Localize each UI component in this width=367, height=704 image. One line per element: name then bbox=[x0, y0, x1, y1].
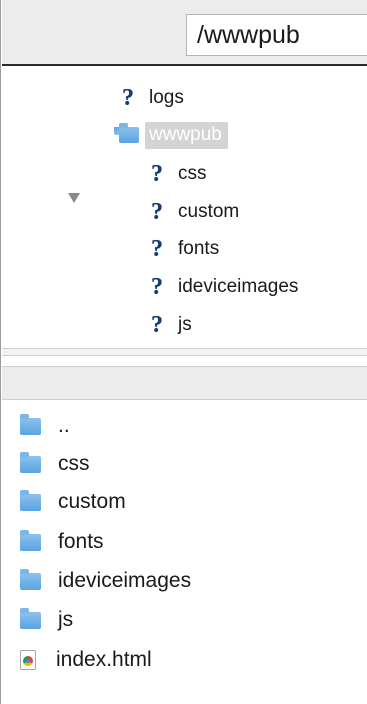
folder-icon bbox=[20, 489, 41, 511]
list-item-js[interactable]: js bbox=[20, 600, 73, 640]
unknown-folder-icon: ? bbox=[151, 161, 163, 187]
tree-item-label: custom bbox=[178, 201, 240, 222]
list-item-fonts[interactable]: fonts bbox=[20, 522, 104, 562]
file-name: .. bbox=[58, 414, 70, 437]
tree-item-ideviceimages[interactable]: ? ideviceimages bbox=[148, 269, 298, 305]
tree-item-label: ideviceimages bbox=[178, 276, 299, 297]
pane-splitter[interactable] bbox=[2, 348, 367, 356]
unknown-folder-icon: ? bbox=[151, 236, 163, 262]
file-name: css bbox=[58, 452, 90, 475]
tree-item-fonts[interactable]: ? fonts bbox=[148, 231, 219, 267]
unknown-folder-icon: ? bbox=[151, 274, 163, 300]
tree-item-css[interactable]: ? css bbox=[148, 156, 207, 192]
file-name: custom bbox=[58, 490, 126, 513]
tree-item-wwwpub[interactable]: wwwpub bbox=[119, 117, 228, 153]
folder-icon bbox=[20, 568, 41, 590]
html-file-icon bbox=[20, 650, 36, 670]
remote-file-list[interactable]: .. css custom fonts ideviceimages js ind… bbox=[2, 402, 367, 704]
file-name: js bbox=[58, 608, 74, 631]
folder-icon bbox=[20, 413, 41, 435]
tree-item-label: js bbox=[178, 314, 192, 335]
folder-icon bbox=[20, 529, 41, 551]
file-name: index.html bbox=[56, 648, 152, 671]
tree-item-custom[interactable]: ? custom bbox=[148, 194, 239, 230]
folder-icon bbox=[20, 607, 41, 629]
tree-item-label: css bbox=[178, 163, 207, 184]
list-item-parent-directory[interactable]: .. bbox=[20, 406, 70, 446]
unknown-folder-icon: ? bbox=[122, 85, 134, 111]
tree-item-label: logs bbox=[149, 87, 184, 108]
disclosure-triangle-icon[interactable] bbox=[68, 193, 80, 203]
list-item-custom[interactable]: custom bbox=[20, 482, 126, 522]
remote-directory-tree[interactable]: ? logs wwwpub ? css ? custom ? fonts ? i… bbox=[2, 66, 367, 348]
remote-path-input[interactable] bbox=[186, 14, 367, 56]
tree-item-logs[interactable]: ? logs bbox=[119, 80, 184, 116]
folder-icon bbox=[20, 451, 41, 473]
unknown-folder-icon: ? bbox=[151, 199, 163, 225]
tree-item-label: wwwpub bbox=[145, 121, 228, 149]
file-name: ideviceimages bbox=[58, 569, 192, 592]
file-name: fonts bbox=[58, 530, 104, 553]
unknown-folder-icon: ? bbox=[151, 312, 163, 338]
file-list-header[interactable] bbox=[2, 366, 367, 400]
list-item-ideviceimages[interactable]: ideviceimages bbox=[20, 561, 191, 601]
list-item-css[interactable]: css bbox=[20, 444, 90, 484]
remote-path-bar bbox=[2, 0, 367, 66]
tree-item-label: fonts bbox=[178, 238, 220, 259]
list-item-index-html[interactable]: index.html bbox=[20, 640, 152, 680]
folder-icon bbox=[119, 123, 139, 143]
tree-item-js[interactable]: ? js bbox=[148, 307, 192, 343]
site-manager-pane: ? logs wwwpub ? css ? custom ? fonts ? i… bbox=[0, 0, 367, 704]
